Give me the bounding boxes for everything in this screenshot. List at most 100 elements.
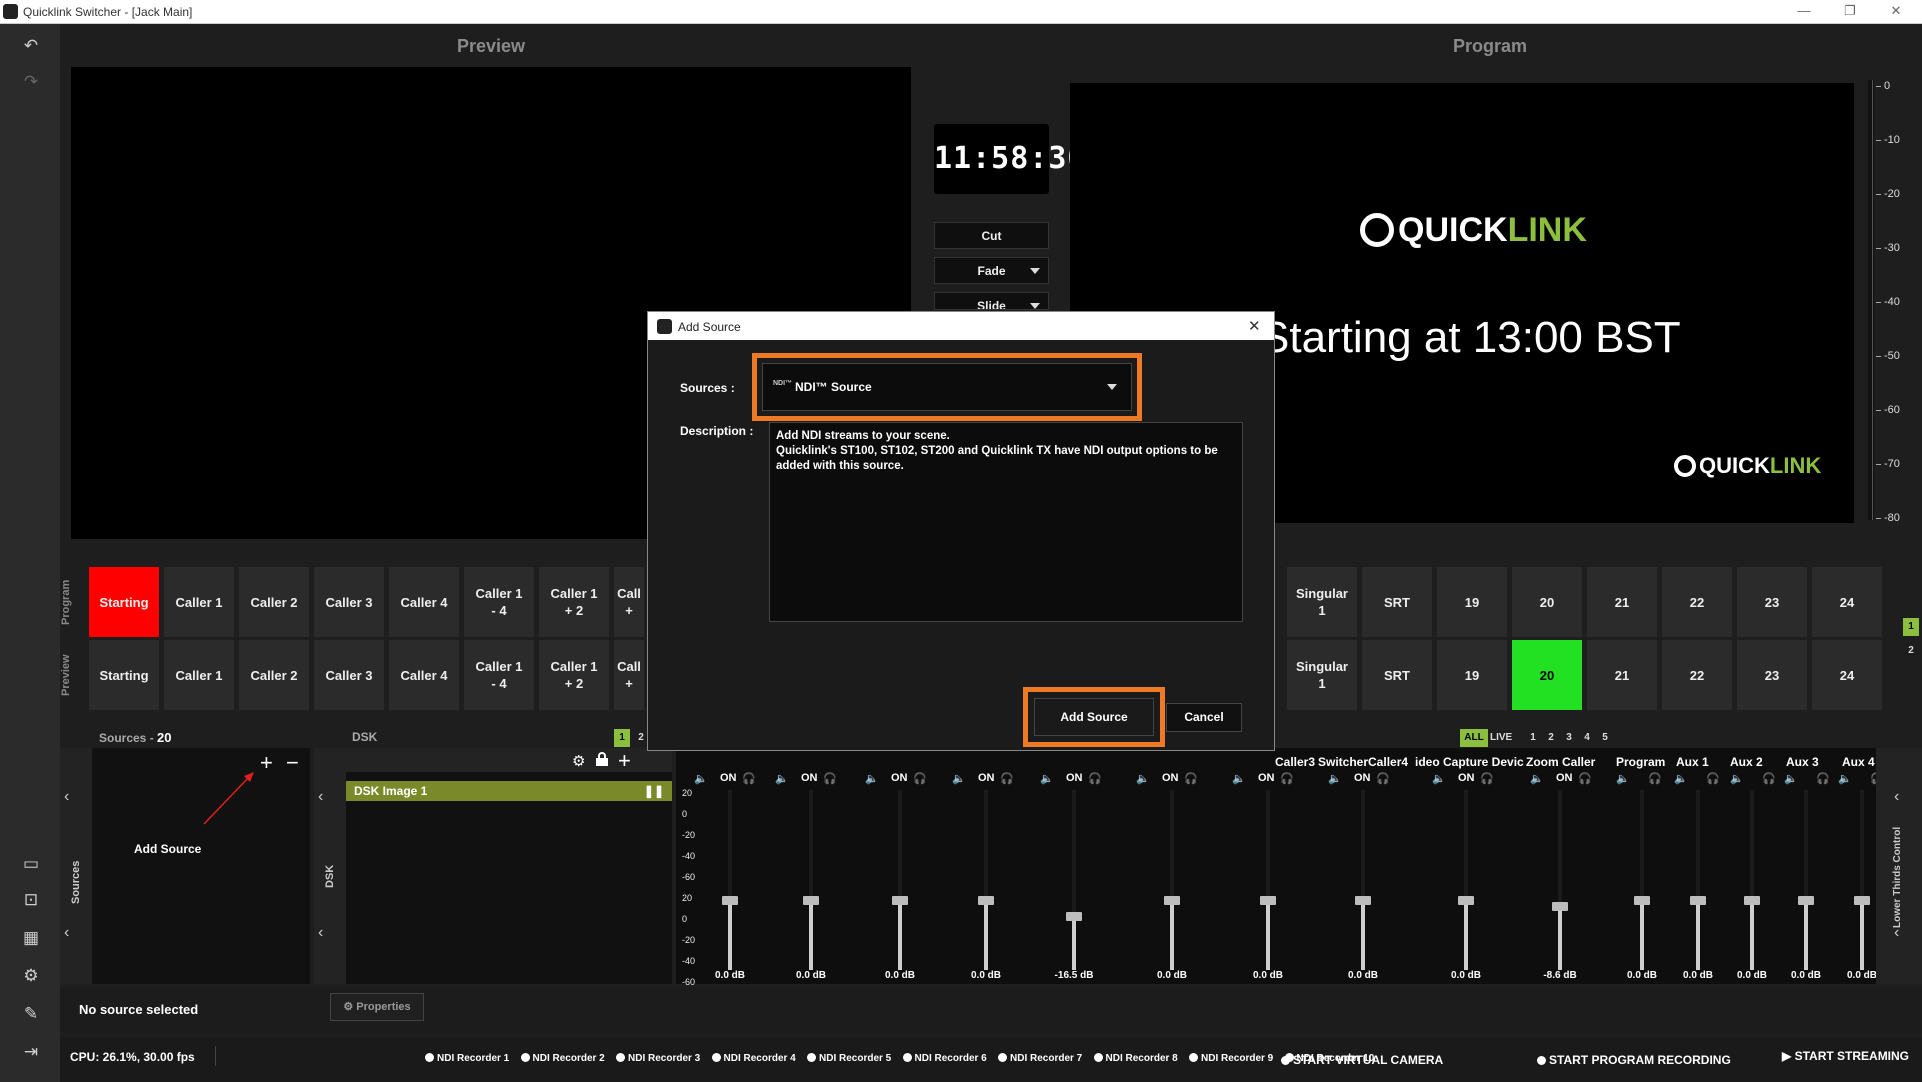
- ndi-recorder-toggle[interactable]: NDI Recorder 1: [425, 1053, 509, 1064]
- bus-tile-program[interactable]: Caller 1 - 4: [464, 567, 534, 637]
- mute-toggle[interactable]: ON: [1354, 772, 1371, 786]
- start-streaming-button[interactable]: ▶ START STREAMING: [1782, 1049, 1909, 1063]
- ndi-recorder-toggle[interactable]: NDI Recorder 9: [1189, 1053, 1273, 1064]
- fader-knob[interactable]: [803, 896, 819, 905]
- mixer-tab-all[interactable]: ALL: [1460, 729, 1488, 747]
- mute-toggle[interactable]: ON: [1458, 772, 1475, 786]
- dsk-list[interactable]: [346, 772, 672, 984]
- fader-knob[interactable]: [1458, 896, 1474, 905]
- bus-tile-preview[interactable]: Caller 1 + 2: [539, 640, 609, 710]
- headphone-icon[interactable]: 🎧: [1280, 772, 1294, 786]
- bus-tile-program[interactable]: Caller 1 + 2: [539, 567, 609, 637]
- mixer-tab-4[interactable]: 4: [1578, 729, 1596, 747]
- start-program-recording-button[interactable]: START PROGRAM RECORDING: [1537, 1053, 1731, 1067]
- bus-tile-program[interactable]: 20: [1512, 567, 1582, 637]
- bus-tile-program[interactable]: Call +: [614, 567, 644, 637]
- bus-tile-program[interactable]: 24: [1812, 567, 1882, 637]
- headphone-icon[interactable]: 🎧: [1648, 772, 1662, 786]
- headphone-icon[interactable]: 🎧: [1000, 772, 1014, 786]
- speaker-icon[interactable]: 🔈: [865, 772, 879, 786]
- bus-tile-program[interactable]: Singular 1: [1287, 567, 1357, 637]
- close-button[interactable]: ✕: [1876, 3, 1916, 19]
- headphone-icon[interactable]: 🎧: [1184, 772, 1198, 786]
- sources-page-1[interactable]: 1: [614, 729, 630, 747]
- headphone-icon[interactable]: 🎧: [1578, 772, 1592, 786]
- headphone-icon[interactable]: 🎧: [1762, 772, 1776, 786]
- cut-button[interactable]: Cut: [934, 222, 1049, 249]
- start-virtual-camera-button[interactable]: START VIRTUAL CAMERA: [1281, 1053, 1443, 1067]
- minimize-button[interactable]: —: [1784, 3, 1824, 18]
- bus-tile-preview[interactable]: 20: [1512, 640, 1582, 710]
- remove-source-icon[interactable]: −: [286, 750, 299, 776]
- headphone-icon[interactable]: 🎧: [913, 772, 927, 786]
- volume-fader[interactable]: [1260, 790, 1276, 970]
- mute-toggle[interactable]: ON: [1556, 772, 1573, 786]
- bus-tile-preview[interactable]: Caller 3: [314, 640, 384, 710]
- volume-fader[interactable]: [1355, 790, 1371, 970]
- speaker-icon[interactable]: 🔈: [1530, 772, 1544, 786]
- speaker-icon[interactable]: 🔈: [775, 772, 789, 786]
- bus-tile-program[interactable]: Caller 3: [314, 567, 384, 637]
- mixer-tab-live[interactable]: LIVE: [1490, 729, 1512, 747]
- bus-tile-preview[interactable]: Starting: [89, 640, 159, 710]
- volume-fader[interactable]: [978, 790, 994, 970]
- bus-tile-program[interactable]: Caller 2: [239, 567, 309, 637]
- ndi-recorder-toggle[interactable]: NDI Recorder 3: [616, 1053, 700, 1064]
- bus-tile-preview[interactable]: 22: [1662, 640, 1732, 710]
- fader-knob[interactable]: [1260, 896, 1276, 905]
- bus-tile-program[interactable]: SRT: [1362, 567, 1432, 637]
- bus-tile-program[interactable]: 23: [1737, 567, 1807, 637]
- headphone-icon[interactable]: 🎧: [1480, 772, 1494, 786]
- ndi-recorder-toggle[interactable]: NDI Recorder 5: [807, 1053, 891, 1064]
- fader-knob[interactable]: [1634, 896, 1650, 905]
- bus-tile-preview[interactable]: 24: [1812, 640, 1882, 710]
- bus-tile-program[interactable]: 19: [1437, 567, 1507, 637]
- speaker-icon[interactable]: 🔈: [1730, 772, 1744, 786]
- volume-fader[interactable]: [1066, 790, 1082, 970]
- redo-icon[interactable]: ↷: [18, 72, 44, 94]
- volume-fader[interactable]: [1634, 790, 1650, 970]
- properties-button[interactable]: ⚙ Properties: [330, 993, 424, 1021]
- mixer-tab-1[interactable]: 1: [1524, 729, 1542, 747]
- lock-icon[interactable]: [596, 752, 608, 766]
- tools-icon[interactable]: ✎: [18, 1004, 44, 1026]
- volume-fader[interactable]: [1164, 790, 1180, 970]
- bus-tile-preview[interactable]: SRT: [1362, 640, 1432, 710]
- fader-knob[interactable]: [1355, 896, 1371, 905]
- bus-tile-preview[interactable]: Singular 1: [1287, 640, 1357, 710]
- fader-knob[interactable]: [1744, 896, 1760, 905]
- volume-fader[interactable]: [1690, 790, 1706, 970]
- volume-fader[interactable]: [1552, 790, 1568, 970]
- bus-tile-preview[interactable]: Caller 1: [164, 640, 234, 710]
- speaker-icon[interactable]: 🔈: [1616, 772, 1630, 786]
- bus-tile-program[interactable]: Starting: [89, 567, 159, 637]
- exit-icon[interactable]: ⇥: [18, 1042, 44, 1064]
- add-dsk-icon[interactable]: +: [618, 748, 631, 774]
- pause-icon[interactable]: ❚❚: [644, 781, 664, 801]
- dsk-item[interactable]: DSK Image 1 ❚❚: [346, 781, 672, 801]
- fader-knob[interactable]: [722, 896, 738, 905]
- speaker-icon[interactable]: 🔈: [1432, 772, 1446, 786]
- volume-fader[interactable]: [892, 790, 908, 970]
- speaker-icon[interactable]: 🔈: [952, 772, 966, 786]
- headphone-icon[interactable]: 🎧: [1376, 772, 1390, 786]
- ndi-recorder-toggle[interactable]: NDI Recorder 4: [712, 1053, 796, 1064]
- fader-knob[interactable]: [1066, 912, 1082, 921]
- source-type-select[interactable]: NDI™ NDI™ Source: [762, 363, 1132, 411]
- volume-fader[interactable]: [1458, 790, 1474, 970]
- monitor-icon[interactable]: ▭: [18, 854, 44, 876]
- fade-button[interactable]: Fade: [934, 257, 1049, 284]
- bus-tile-program[interactable]: Caller 4: [389, 567, 459, 637]
- mixer-tab-2[interactable]: 2: [1542, 729, 1560, 747]
- fader-knob[interactable]: [1798, 896, 1814, 905]
- chevron-left-icon[interactable]: ‹: [64, 788, 69, 806]
- headphone-icon[interactable]: 🎧: [1088, 772, 1102, 786]
- bus-tile-program[interactable]: 21: [1587, 567, 1657, 637]
- chevron-left-icon[interactable]: ‹: [318, 788, 323, 806]
- mixer-tab-5[interactable]: 5: [1596, 729, 1614, 747]
- fader-knob[interactable]: [978, 896, 994, 905]
- bus-page-1[interactable]: 1: [1903, 618, 1919, 636]
- ndi-recorder-toggle[interactable]: NDI Recorder 2: [521, 1053, 605, 1064]
- fader-knob[interactable]: [892, 896, 908, 905]
- bus-tile-preview[interactable]: 23: [1737, 640, 1807, 710]
